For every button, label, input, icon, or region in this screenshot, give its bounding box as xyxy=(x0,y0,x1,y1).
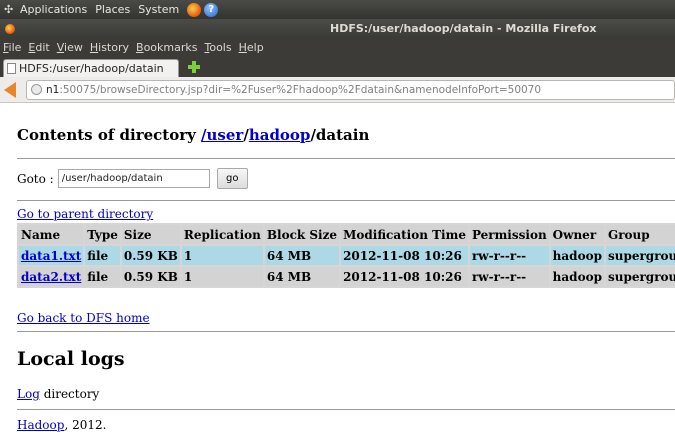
size-cell: 0.59 KB xyxy=(121,246,180,265)
tab-label: HDFS:/user/hadoop/datain xyxy=(19,62,164,75)
file-link[interactable]: data2.txt xyxy=(21,270,81,284)
group-cell: supergroup xyxy=(605,246,675,265)
file-name-cell: data1.txt xyxy=(19,246,84,265)
page-content: Contents of directory /user/hadoop/datai… xyxy=(0,104,675,432)
path-tail: /datain xyxy=(310,126,370,144)
column-header-group: Group xyxy=(605,225,675,244)
system-menu[interactable]: System xyxy=(138,3,179,16)
firefox-window-icon[interactable] xyxy=(5,23,15,34)
hadoop-link[interactable]: Hadoop xyxy=(17,418,64,432)
places-menu[interactable]: Places xyxy=(95,3,130,16)
heading-prefix: Contents of directory xyxy=(17,126,202,144)
log-directory-line: Log directory xyxy=(17,387,99,401)
column-header-modification-time: Modification Time xyxy=(341,225,468,244)
menu-file[interactable]: File xyxy=(3,41,21,54)
path-hadoop-link[interactable]: hadoop xyxy=(249,126,311,144)
table-row: data1.txt file 0.59 KB 1 64 MB 2012-11-0… xyxy=(19,246,675,265)
file-name-cell: data2.txt xyxy=(19,267,84,286)
divider xyxy=(17,409,675,410)
go-button[interactable]: go xyxy=(216,168,248,189)
gnome-top-panel: ✣ Applications Places System ? xyxy=(0,0,675,19)
block-size-cell: 64 MB xyxy=(264,267,340,286)
path-user-link[interactable]: user xyxy=(207,126,244,144)
table-row: data2.txt file 0.59 KB 1 64 MB 2012-11-0… xyxy=(19,267,675,286)
navigation-toolbar: n1:50075/browseDirectory.jsp?dir=%2Fuser… xyxy=(0,77,675,103)
tab-hdfs-datain[interactable]: HDFS:/user/hadoop/datain xyxy=(3,59,179,77)
applications-menu-label: Applications xyxy=(20,3,88,16)
block-size-cell: 64 MB xyxy=(264,246,340,265)
size-cell: 0.59 KB xyxy=(121,267,180,286)
menu-help[interactable]: Help xyxy=(239,41,264,54)
menu-history[interactable]: History xyxy=(90,41,129,54)
type-cell: file xyxy=(85,267,120,286)
url-host: n1 xyxy=(46,83,60,96)
goto-form: Goto : go xyxy=(17,168,248,189)
column-header-name: Name xyxy=(19,225,84,244)
page-icon xyxy=(7,63,16,74)
table-header-row: Name Type Size Replication Block Size Mo… xyxy=(19,225,675,244)
owner-cell: hadoop xyxy=(550,267,604,286)
permission-cell: rw-r--r-- xyxy=(469,246,549,265)
group-cell: supergroup xyxy=(605,267,675,286)
type-cell: file xyxy=(85,246,120,265)
firefox-launcher-icon[interactable] xyxy=(187,2,202,17)
footer: Hadoop, 2012. xyxy=(17,418,106,432)
replication-cell: 1 xyxy=(181,267,263,286)
column-header-permission: Permission xyxy=(469,225,549,244)
column-header-block-size: Block Size xyxy=(264,225,340,244)
menu-bookmarks[interactable]: Bookmarks xyxy=(136,41,197,54)
menubar: File Edit View History Bookmarks Tools H… xyxy=(0,38,675,56)
divider xyxy=(17,200,675,201)
url-path: :50075/browseDirectory.jsp?dir=%2Fuser%2… xyxy=(59,83,542,96)
file-link[interactable]: data1.txt xyxy=(21,249,81,263)
owner-cell: hadoop xyxy=(550,246,604,265)
applications-icon: ✣ xyxy=(4,2,14,16)
goto-label: Goto : xyxy=(17,171,54,186)
directory-listing-table: Name Type Size Replication Block Size Mo… xyxy=(17,223,675,288)
menu-tools[interactable]: Tools xyxy=(204,41,231,54)
page-title: Contents of directory /user/hadoop/datai… xyxy=(17,126,369,144)
replication-cell: 1 xyxy=(181,246,263,265)
log-suffix: directory xyxy=(39,387,100,401)
divider xyxy=(17,158,675,159)
column-header-size: Size xyxy=(121,225,180,244)
new-tab-icon[interactable] xyxy=(185,59,203,75)
modification-time-cell: 2012-11-08 10:26 xyxy=(341,246,468,265)
column-header-owner: Owner xyxy=(550,225,604,244)
back-arrow-icon[interactable] xyxy=(4,81,16,98)
applications-menu[interactable]: ✣ Applications xyxy=(4,3,87,16)
modification-time-cell: 2012-11-08 10:26 xyxy=(341,267,468,286)
menu-view[interactable]: View xyxy=(57,41,83,54)
menu-edit[interactable]: Edit xyxy=(28,41,49,54)
log-link[interactable]: Log xyxy=(17,387,40,401)
goto-path-input[interactable] xyxy=(57,169,210,188)
parent-directory-link[interactable]: Go to parent directory xyxy=(17,207,153,221)
local-logs-heading: Local logs xyxy=(17,348,125,370)
url-bar[interactable]: n1:50075/browseDirectory.jsp?dir=%2Fuser… xyxy=(26,79,675,100)
help-launcher-icon[interactable]: ? xyxy=(204,2,219,17)
column-header-replication: Replication xyxy=(181,225,263,244)
window-titlebar[interactable]: HDFS:/user/hadoop/datain - Mozilla Firef… xyxy=(0,19,675,38)
dfs-home-link[interactable]: Go back to DFS home xyxy=(17,311,150,325)
window-title: HDFS:/user/hadoop/datain - Mozilla Firef… xyxy=(330,22,597,35)
permission-cell: rw-r--r-- xyxy=(469,267,549,286)
column-header-type: Type xyxy=(85,225,120,244)
tab-strip: HDFS:/user/hadoop/datain xyxy=(0,56,675,77)
divider xyxy=(17,331,675,332)
footer-suffix: , 2012. xyxy=(64,418,107,432)
site-identity-icon[interactable] xyxy=(31,84,42,95)
